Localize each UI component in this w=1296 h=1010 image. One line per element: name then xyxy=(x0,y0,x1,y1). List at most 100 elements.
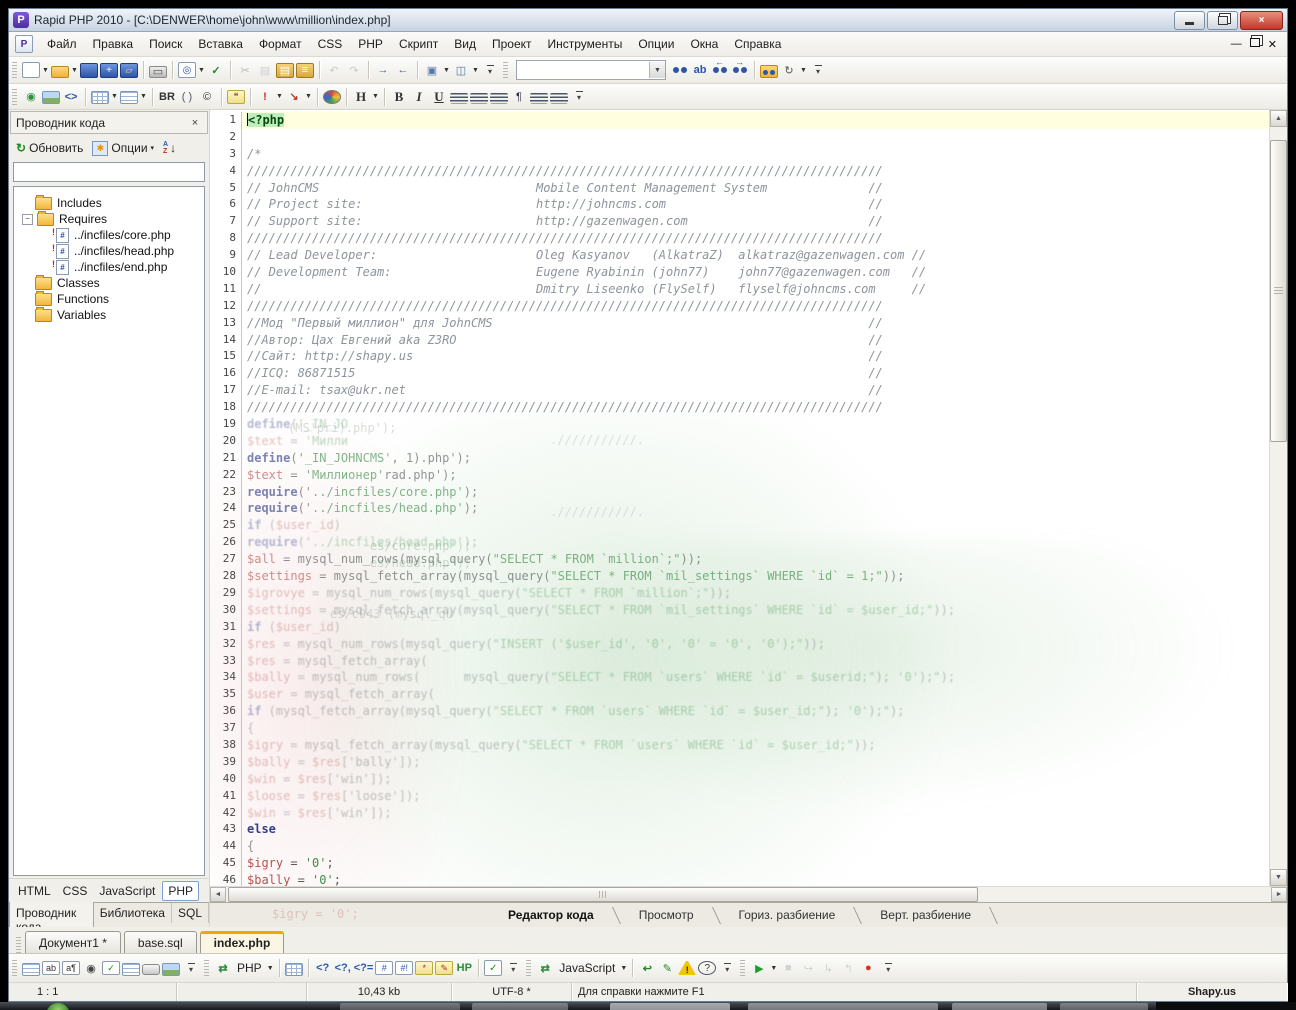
spell-check-icon[interactable]: ✓ xyxy=(207,61,225,79)
taskbar-button[interactable] xyxy=(610,1003,730,1010)
record-icon[interactable]: ● xyxy=(859,959,877,977)
align-center-icon[interactable] xyxy=(470,93,488,104)
paste-icon[interactable]: ▤ xyxy=(276,63,294,78)
menu-item-вставка[interactable]: Вставка xyxy=(190,34,251,54)
close-button[interactable]: × xyxy=(1240,11,1283,30)
record-macro-icon[interactable]: ↻ xyxy=(780,61,798,79)
bold-icon[interactable]: B xyxy=(390,88,408,106)
restore-button[interactable] xyxy=(1207,11,1238,30)
document-tab-1[interactable]: Документ1 * xyxy=(25,931,121,953)
paste-special-icon[interactable]: ≡ xyxy=(296,63,314,78)
insert-important-icon[interactable]: ! xyxy=(256,88,274,106)
listbox-icon[interactable] xyxy=(122,963,140,976)
checkbox-icon[interactable]: ✓ xyxy=(102,961,120,975)
text-field-icon[interactable]: ab xyxy=(42,961,60,975)
options-button[interactable]: ✱ Опции ▾ xyxy=(89,139,157,158)
menu-item-инструменты[interactable]: Инструменты xyxy=(540,34,631,54)
search-combo[interactable]: ▼ xyxy=(516,60,666,80)
view-tab-3[interactable]: Гориз. разбиение xyxy=(729,905,846,925)
radio-button-icon[interactable]: ◉ xyxy=(82,959,100,977)
scroll-left-icon[interactable]: ◄ xyxy=(210,887,226,902)
menu-item-файл[interactable]: Файл xyxy=(39,34,85,54)
tree-item-functions[interactable]: Functions xyxy=(14,291,204,307)
copy-icon[interactable]: ▤ xyxy=(256,61,274,79)
run-menu[interactable]: ▼ xyxy=(769,959,778,977)
menu-item-php[interactable]: PHP xyxy=(350,34,391,54)
toolbar-overflow-icon[interactable]: ▾ xyxy=(182,959,200,977)
cut-icon[interactable]: ✂ xyxy=(236,61,254,79)
insert-span-icon[interactable]: ( ) xyxy=(178,88,196,106)
menu-item-вид[interactable]: Вид xyxy=(446,34,484,54)
sort-button[interactable]: AZ ↓ xyxy=(160,139,179,157)
menu-item-опции[interactable]: Опции xyxy=(630,34,682,54)
menu-item-формат[interactable]: Формат xyxy=(251,34,310,54)
window-layout-menu[interactable]: ▼ xyxy=(471,61,480,79)
lang-tab-javascript[interactable]: JavaScript xyxy=(94,882,160,900)
taskbar-button[interactable] xyxy=(952,1003,1047,1010)
insert-form-icon[interactable] xyxy=(120,91,138,104)
warning-icon[interactable] xyxy=(678,961,696,975)
scroll-down-icon[interactable]: ▼ xyxy=(1270,869,1287,886)
underline-icon[interactable]: U xyxy=(430,88,448,106)
toolbar-overflow-icon[interactable]: ▾ xyxy=(809,61,827,79)
indent-icon[interactable]: → xyxy=(374,61,392,79)
stop-icon[interactable]: ■ xyxy=(779,959,797,977)
paragraph-marks-icon[interactable]: ¶ xyxy=(510,88,528,106)
run-icon[interactable]: ▶ xyxy=(750,959,768,977)
help-icon[interactable]: ? xyxy=(698,961,716,975)
toolbar-overflow-icon[interactable]: ▾ xyxy=(718,959,736,977)
heading-menu[interactable]: ▼ xyxy=(371,88,380,106)
vertical-scroll-thumb[interactable] xyxy=(1270,140,1287,442)
unordered-list-icon[interactable] xyxy=(530,93,548,104)
document-tab-2[interactable]: base.sql xyxy=(124,931,197,953)
edit-script-icon[interactable]: ✎ xyxy=(658,959,676,977)
tree-item-classes[interactable]: Classes xyxy=(14,275,204,291)
toolbar-overflow-icon[interactable]: ▾ xyxy=(504,959,522,977)
find-previous-icon[interactable]: ← xyxy=(711,61,729,79)
insert-form-menu[interactable]: ▼ xyxy=(139,88,148,106)
snippet-edit-icon[interactable]: ✎ xyxy=(435,961,453,975)
window-layout-icon[interactable]: ◫ xyxy=(452,61,470,79)
code-editor[interactable]: 1<?php23/*4/////////////////////////////… xyxy=(210,110,1269,886)
php-tags-icon[interactable]: ⇄ xyxy=(214,959,232,977)
minimize-button[interactable] xyxy=(1174,11,1205,30)
fieldset-icon[interactable] xyxy=(22,963,40,976)
tree-item--incfiles-head-php[interactable]: #../incfiles/head.php xyxy=(14,243,204,259)
javascript-menu-chevron[interactable]: ▼ xyxy=(619,959,628,977)
menu-item-проект[interactable]: Проект xyxy=(484,34,540,54)
menu-item-скрипт[interactable]: Скрипт xyxy=(391,34,446,54)
panel-close-icon[interactable]: × xyxy=(188,117,202,129)
window-cascade-icon[interactable]: ▣ xyxy=(423,61,441,79)
mdi-close-icon[interactable]: ✕ xyxy=(1268,38,1277,51)
javascript-tags-icon[interactable]: ⇄ xyxy=(536,959,554,977)
save-as-icon[interactable]: ▱ xyxy=(120,63,138,78)
find-icon[interactable] xyxy=(671,61,689,79)
browser-preview-menu[interactable]: ▼ xyxy=(197,61,206,79)
start-button[interactable] xyxy=(46,1003,70,1010)
panel-tab-sql[interactable]: SQL xyxy=(172,903,209,923)
view-tab-4[interactable]: Верт. разбиение xyxy=(870,905,981,925)
print-icon[interactable]: ▭ xyxy=(149,66,167,78)
tree-item--incfiles-core-php[interactable]: #../incfiles/core.php xyxy=(14,227,204,243)
save-all-icon[interactable]: + xyxy=(100,63,118,78)
record-macro-menu[interactable]: ▼ xyxy=(799,61,808,79)
step-out-icon[interactable]: ↰ xyxy=(839,959,857,977)
window-cascade-menu[interactable]: ▼ xyxy=(442,61,451,79)
tree-item-requires[interactable]: −Requires xyxy=(14,211,204,227)
browser-preview-icon[interactable]: ◎ xyxy=(178,62,196,78)
insert-important-menu[interactable]: ▼ xyxy=(275,88,284,106)
include-icon[interactable]: # xyxy=(375,961,393,975)
step-over-icon[interactable]: ↪ xyxy=(799,959,817,977)
open-file-menu[interactable]: ▼ xyxy=(70,61,79,79)
undo-icon[interactable]: ↶ xyxy=(325,61,343,79)
windows-taskbar[interactable] xyxy=(0,1002,1296,1010)
tree-item-includes[interactable]: Includes xyxy=(14,195,204,211)
view-tab-1[interactable]: Редактор кода xyxy=(498,905,604,925)
revert-icon[interactable]: ↩ xyxy=(638,959,656,977)
step-into-icon[interactable]: ↳ xyxy=(819,959,837,977)
lang-tab-css[interactable]: CSS xyxy=(58,882,93,900)
textarea-icon[interactable]: a¶ xyxy=(62,961,80,975)
menu-item-окна[interactable]: Окна xyxy=(682,34,726,54)
align-right-icon[interactable] xyxy=(490,93,508,104)
php-print-tag-icon[interactable]: <?, xyxy=(334,959,352,977)
